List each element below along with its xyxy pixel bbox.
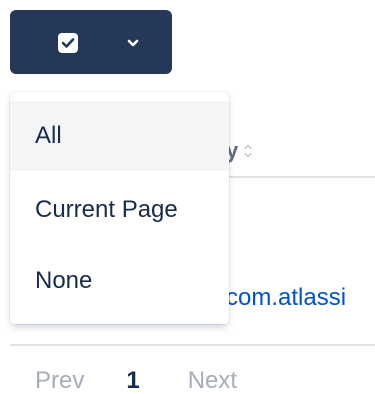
table-row-link[interactable]: com.atlassi	[226, 284, 346, 312]
bulk-select-button[interactable]	[10, 10, 172, 74]
menu-item-label: All	[35, 122, 62, 149]
select-dropdown-menu: All Current Page None	[10, 92, 229, 324]
column-header[interactable]: y	[226, 138, 253, 164]
prev-page-button[interactable]: Prev	[35, 367, 84, 394]
chevron-down-icon[interactable]	[124, 35, 142, 51]
menu-item-current-page[interactable]: Current Page	[10, 175, 229, 245]
menu-item-none[interactable]: None	[10, 246, 229, 316]
page-number-current[interactable]: 1	[126, 367, 139, 394]
menu-item-all[interactable]: All	[10, 101, 229, 171]
table-bottom-divider	[10, 344, 375, 346]
next-page-button[interactable]: Next	[188, 367, 237, 394]
checkbox-checked-icon[interactable]	[58, 33, 78, 53]
menu-item-label: Current Page	[35, 196, 178, 223]
sort-icon[interactable]	[243, 144, 253, 158]
menu-item-label: None	[35, 267, 93, 294]
pagination: Prev 1 Next	[35, 367, 237, 394]
page: y com.atlassi Prev 1 Next All Current Pa…	[0, 0, 375, 394]
